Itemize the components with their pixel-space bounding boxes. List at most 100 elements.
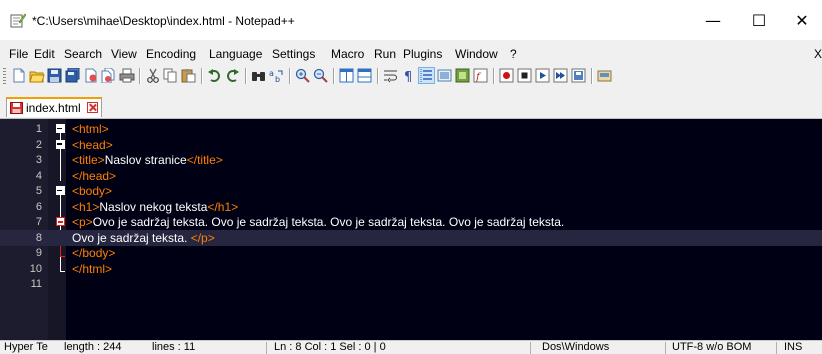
stop-recording-icon[interactable]: [516, 67, 533, 84]
fold-toggle-icon[interactable]: [56, 124, 65, 133]
html-tag: </body>: [72, 246, 116, 260]
toolbar-separator: [333, 68, 335, 84]
code-text: <head>: [72, 138, 113, 152]
toolbar-grip[interactable]: [3, 68, 6, 84]
status-encoding[interactable]: UTF-8 w/o BOM: [666, 341, 766, 354]
minimize-button[interactable]: —: [690, 0, 736, 40]
status-eol[interactable]: Dos\Windows: [536, 341, 636, 354]
menu-edit[interactable]: Edit: [34, 47, 55, 61]
menu-language[interactable]: Language: [209, 47, 262, 61]
new-file-icon[interactable]: [10, 67, 27, 84]
close-file-icon[interactable]: [82, 67, 99, 84]
sync-vertical-icon[interactable]: [338, 67, 355, 84]
save-macro-icon[interactable]: [570, 67, 587, 84]
tab-index-html[interactable]: index.html: [6, 97, 102, 117]
indent-guide-icon[interactable]: [418, 67, 435, 84]
notepadpp-icon: [10, 12, 27, 28]
code-line[interactable]: 3 <title>Naslov stranice</title>: [0, 152, 822, 168]
menu-view[interactable]: View: [111, 47, 137, 61]
menu-window[interactable]: Window: [455, 47, 498, 61]
copy-icon[interactable]: [162, 67, 179, 84]
launch-browser-icon[interactable]: [596, 67, 613, 84]
language-udl-icon[interactable]: [436, 67, 453, 84]
undo-icon[interactable]: [206, 67, 223, 84]
code-text: <h1>Naslov nekog teksta</h1>: [72, 200, 238, 214]
code-text: <body>: [72, 184, 112, 198]
text-content: Ovo je sadržaj teksta. Ovo je sadržaj te…: [92, 215, 565, 229]
cut-icon[interactable]: [144, 67, 161, 84]
close-document-button[interactable]: X: [814, 47, 822, 61]
save-icon[interactable]: [46, 67, 63, 84]
replace-icon[interactable]: ab: [268, 67, 285, 84]
toolbar: ab ¶ f: [0, 64, 822, 90]
run-macro-multiple-icon[interactable]: [552, 67, 569, 84]
code-line[interactable]: 10 </html>: [0, 261, 822, 277]
tab-close-icon[interactable]: [87, 102, 98, 113]
code-line[interactable]: 1 <html>: [0, 121, 822, 137]
status-divider: [776, 342, 777, 354]
title-bar[interactable]: *C:\Users\mihae\Desktop\index.html - Not…: [0, 0, 822, 40]
html-tag: <h1>: [72, 199, 100, 214]
menu-bar: File Edit Search View Encoding Language …: [0, 45, 822, 63]
line-number: 9: [35, 247, 42, 259]
zoom-in-icon[interactable]: [294, 67, 311, 84]
record-macro-icon[interactable]: [498, 67, 515, 84]
open-file-icon[interactable]: [28, 67, 45, 84]
menu-run[interactable]: Run: [374, 47, 396, 61]
menu-encoding[interactable]: Encoding: [146, 47, 196, 61]
line-number: 1: [35, 123, 42, 135]
html-tag: </title>: [186, 153, 223, 167]
redo-icon[interactable]: [224, 67, 241, 84]
code-line[interactable]: 9 </body>: [0, 245, 822, 261]
close-button[interactable]: ✕: [782, 0, 822, 40]
print-icon[interactable]: [118, 67, 135, 84]
save-all-icon[interactable]: [64, 67, 81, 84]
html-tag: </h1>: [207, 199, 239, 214]
code-text: <title>Naslov stranice</title>: [72, 153, 223, 167]
html-tag: </html>: [72, 261, 113, 276]
svg-text:b: b: [275, 75, 280, 83]
text-content: Naslov nekog teksta: [99, 199, 208, 214]
close-all-icon[interactable]: [100, 67, 117, 84]
line-number: 8: [35, 231, 42, 244]
menu-search[interactable]: Search: [64, 47, 102, 61]
line-number: 2: [35, 138, 42, 151]
sync-horizontal-icon[interactable]: [356, 67, 373, 84]
document-map-icon[interactable]: [454, 67, 471, 84]
code-line[interactable]: 2 <head>: [0, 137, 822, 153]
word-wrap-icon[interactable]: [382, 67, 399, 84]
code-line[interactable]: 8 Ovo je sadržaj teksta. </p>: [0, 229, 822, 246]
line-number: 5: [35, 185, 42, 197]
code-line[interactable]: 4 </head>: [0, 168, 822, 184]
code-line[interactable]: 6 <h1>Naslov nekog teksta</h1>: [0, 199, 822, 215]
menu-help[interactable]: ?: [510, 47, 517, 61]
html-tag: <head>: [72, 137, 113, 152]
function-list-icon[interactable]: f: [472, 67, 489, 84]
find-icon[interactable]: [250, 67, 267, 84]
status-doc-type: Hyper Te: [4, 341, 48, 353]
line-number: 10: [29, 262, 42, 275]
fold-toggle-icon[interactable]: [56, 186, 65, 195]
menu-macro[interactable]: Macro: [331, 47, 364, 61]
editor[interactable]: 1 <html> 2 <head> 3 <title>Naslov stranice</t…: [0, 119, 822, 340]
code-line[interactable]: 11: [0, 276, 822, 292]
text-content: Naslov stranice: [104, 153, 187, 167]
toolbar-separator: [139, 68, 141, 84]
toolbar-separator: [245, 68, 247, 84]
menu-file[interactable]: File: [9, 47, 28, 61]
status-lines: lines : 11: [152, 341, 196, 353]
show-all-chars-icon[interactable]: ¶: [400, 67, 417, 84]
svg-text:a: a: [269, 69, 274, 78]
code-line[interactable]: 5 <body>: [0, 183, 822, 199]
paste-icon[interactable]: [180, 67, 197, 84]
menu-plugins[interactable]: Plugins: [403, 47, 442, 61]
zoom-out-icon[interactable]: [312, 67, 329, 84]
fold-toggle-icon[interactable]: [56, 139, 65, 149]
playback-macro-icon[interactable]: [534, 67, 551, 84]
menu-settings[interactable]: Settings: [272, 47, 315, 61]
maximize-button[interactable]: ☐: [736, 0, 782, 40]
code-line[interactable]: 7 <p>Ovo je sadržaj teksta. Ovo je sadrža…: [0, 214, 822, 230]
status-insert-mode[interactable]: INS: [778, 341, 818, 354]
html-tag: <body>: [72, 184, 113, 198]
fold-toggle-icon[interactable]: [56, 217, 65, 226]
